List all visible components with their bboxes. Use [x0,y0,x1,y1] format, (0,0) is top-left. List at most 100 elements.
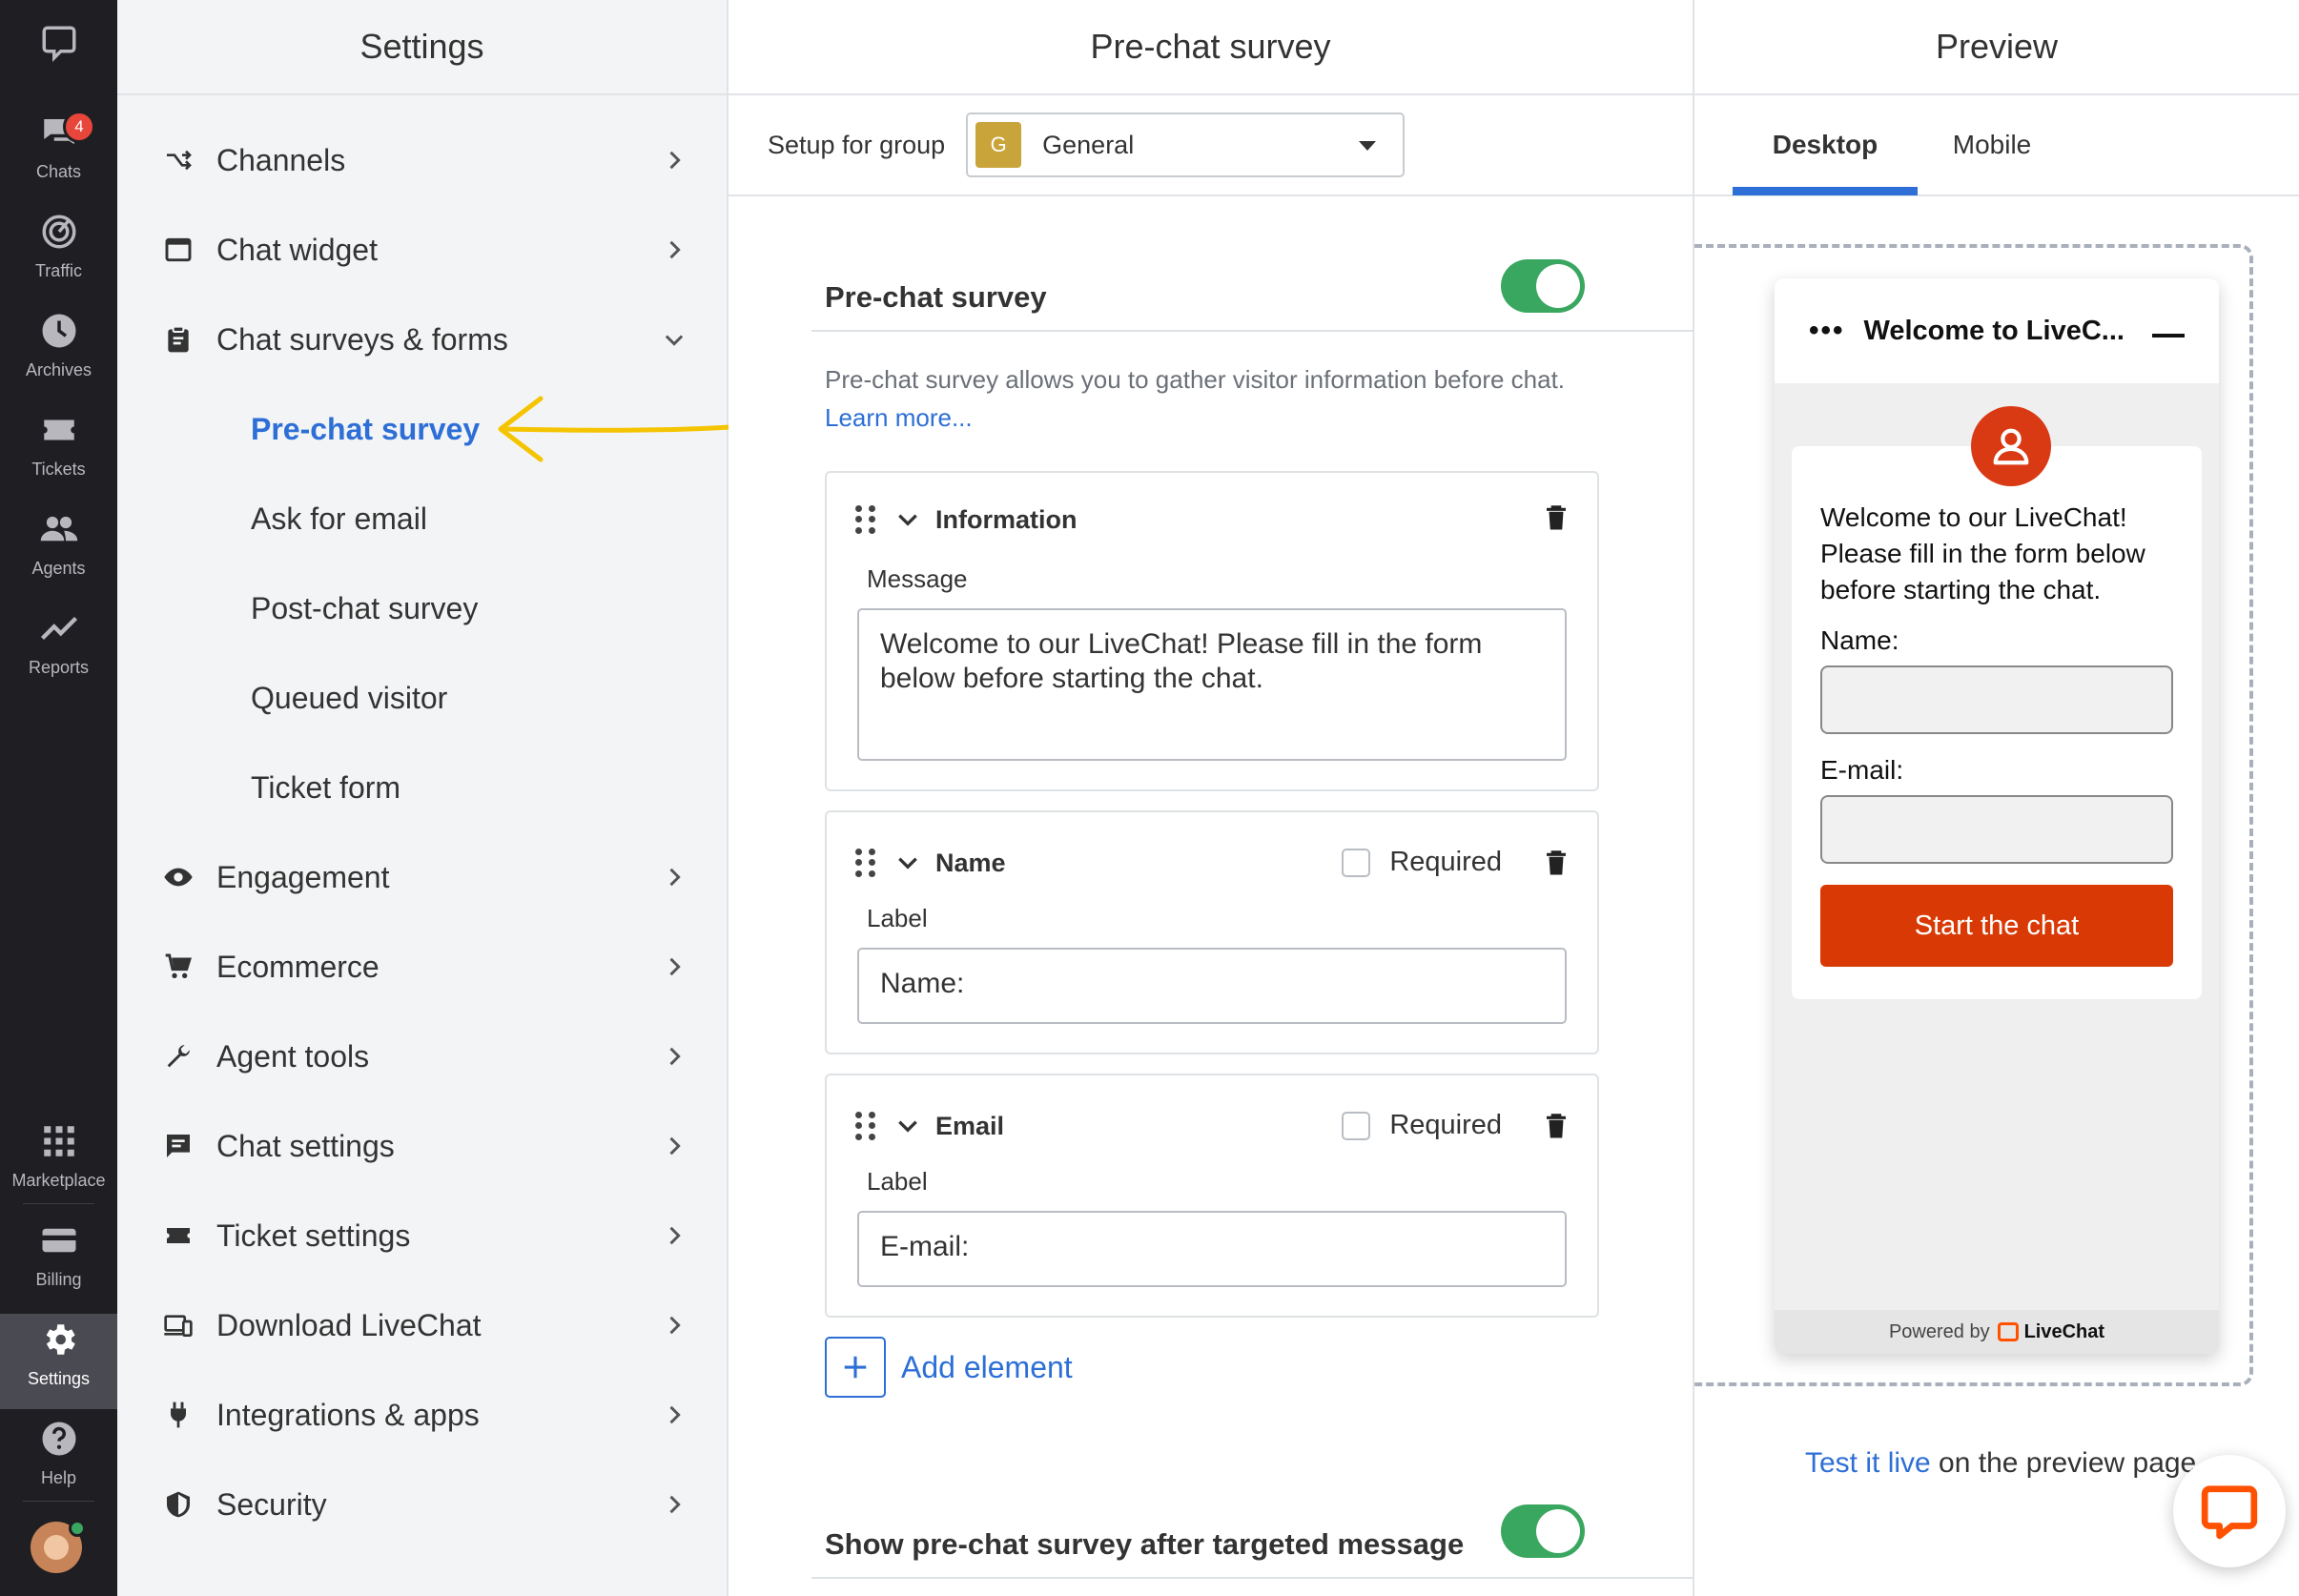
message-textarea[interactable]: Welcome to our LiveChat! Please fill in … [857,608,1567,761]
rail-label: Archives [25,360,92,379]
subnav-ask-for-email[interactable]: Ask for email [251,474,427,563]
start-chat-button[interactable]: Start the chat [1820,885,2173,967]
nav-download-livechat[interactable]: Download LiveChat [117,1280,729,1370]
checkbox[interactable] [1342,1111,1371,1140]
page-title: Pre-chat survey [729,0,1693,95]
widget-title: Welcome to LiveC... [1863,315,2125,346]
ticket-icon [43,419,74,440]
settings-sidebar: Settings Channels Chat widget Chat surve… [117,0,732,1596]
card-title: Email [935,1111,1005,1140]
nav-ticket-settings[interactable]: Ticket settings [117,1191,729,1280]
chat-launcher-button[interactable] [2173,1455,2286,1567]
nav-chat-surveys-forms[interactable]: Chat surveys & forms [117,295,729,384]
rail-billing[interactable]: Billing [0,1220,117,1316]
card-header: Email [855,1093,1004,1159]
plus-icon[interactable] [825,1337,886,1398]
chevron-right-icon [669,1136,681,1156]
group-label: Setup for group [768,130,946,159]
nav-integrations-apps[interactable]: Integrations & apps [117,1370,729,1460]
required-checkbox[interactable]: Required [1342,1110,1502,1141]
rail-label: Billing [35,1270,82,1289]
test-live-suffix: on the preview page [1930,1447,2197,1479]
toggle-knob [1536,1509,1580,1553]
chevron-right-icon [669,1316,681,1335]
chevron-right-icon [669,1226,681,1245]
nav-security[interactable]: Security [117,1460,729,1549]
subnav-ticket-form[interactable]: Ticket form [251,743,400,832]
eye-icon [164,868,193,887]
pre-chat-toggle[interactable] [1501,259,1585,313]
survey-card-information: Information Message Welcome to our LiveC… [825,471,1599,791]
rail-label: Reports [28,658,90,677]
trash-icon[interactable] [1542,847,1570,879]
description-text: Pre-chat survey allows you to gather vis… [825,365,1566,394]
plug-icon [170,1402,187,1428]
subnav-pre-chat-survey[interactable]: Pre-chat survey [251,384,480,474]
group-select[interactable]: G General [966,113,1406,177]
nav-channels[interactable]: Channels [117,115,729,205]
field-label: Message [867,564,968,593]
test-it-live-link[interactable]: Test it live [1805,1447,1931,1479]
preview-tabs: Desktop Mobile [1694,95,2299,196]
livechat-logo[interactable] [0,23,117,118]
widget-form-card: Welcome to our LiveChat! Please fill in … [1792,406,2202,999]
clock-icon [42,314,75,348]
nav-chat-settings[interactable]: Chat settings [117,1101,729,1191]
subnav-queued-visitor[interactable]: Queued visitor [251,653,447,743]
checkbox[interactable] [1342,848,1371,877]
required-label: Required [1389,847,1502,877]
drag-handle-icon[interactable] [855,1112,876,1140]
section-description: Pre-chat survey allows you to gather vis… [825,360,1588,437]
drag-handle-icon[interactable] [855,505,876,534]
rail-divider [23,1501,94,1502]
rail-divider [23,1203,94,1204]
chevron-down-icon[interactable] [895,850,920,875]
nav-ecommerce[interactable]: Ecommerce [117,922,729,1012]
more-options-icon[interactable]: ••• [1809,315,1845,347]
rail-help[interactable]: Help [0,1419,117,1514]
email-label-input[interactable]: E-mail: [857,1211,1567,1287]
add-element-label: Add element [901,1349,1073,1384]
rail-chats[interactable]: 4 Chats [0,111,117,208]
drag-handle-icon[interactable] [855,849,876,877]
subnav-post-chat-survey[interactable]: Post-chat survey [251,563,478,653]
devices-icon [164,1315,193,1337]
widget-email-input[interactable] [1820,795,2173,864]
survey-card-email: Email Required Label E-mail: [825,1074,1599,1318]
rail-archives[interactable]: Archives [0,311,117,406]
card-title: Information [935,504,1078,534]
rail-marketplace[interactable]: Marketplace [0,1121,117,1217]
window-icon [165,237,192,262]
minimize-icon[interactable] [2152,334,2185,338]
rail-traffic[interactable]: Traffic [0,212,117,307]
widget-name-input[interactable] [1820,665,2173,734]
chevron-right-icon [669,1495,681,1514]
nav-chat-widget[interactable]: Chat widget [117,205,729,295]
chevron-right-icon [669,868,681,887]
nav-label: Chat settings [216,1128,395,1163]
trash-icon[interactable] [1542,501,1570,534]
section-title-targeted: Show pre-chat survey after targeted mess… [825,1527,1465,1561]
user-avatar-icon [1971,406,2051,486]
cart-icon [165,953,192,978]
trash-icon[interactable] [1542,1110,1570,1142]
name-label-input[interactable]: Name: [857,948,1567,1024]
tab-mobile[interactable]: Mobile [1923,95,2061,194]
nav-agent-tools[interactable]: Agent tools [117,1012,729,1101]
add-element-button[interactable]: Add element [825,1337,1073,1398]
tab-desktop[interactable]: Desktop [1733,95,1918,194]
rail-reports[interactable]: Reports [0,608,117,704]
learn-more-link[interactable]: Learn more... [825,403,973,432]
chevron-down-icon[interactable] [895,507,920,532]
chevron-down-icon[interactable] [895,1114,920,1138]
shield-icon [167,1491,190,1518]
nav-engagement[interactable]: Engagement [117,832,729,922]
rail-agents[interactable]: Agents [0,509,117,604]
settings-title: Settings [117,0,727,95]
rail-tickets[interactable]: Tickets [0,410,117,505]
grid-icon [43,1126,74,1156]
nav-label: Chat widget [216,232,378,267]
required-checkbox[interactable]: Required [1342,847,1502,878]
targeted-message-toggle[interactable] [1501,1504,1585,1558]
rail-settings[interactable]: Settings [0,1314,117,1409]
